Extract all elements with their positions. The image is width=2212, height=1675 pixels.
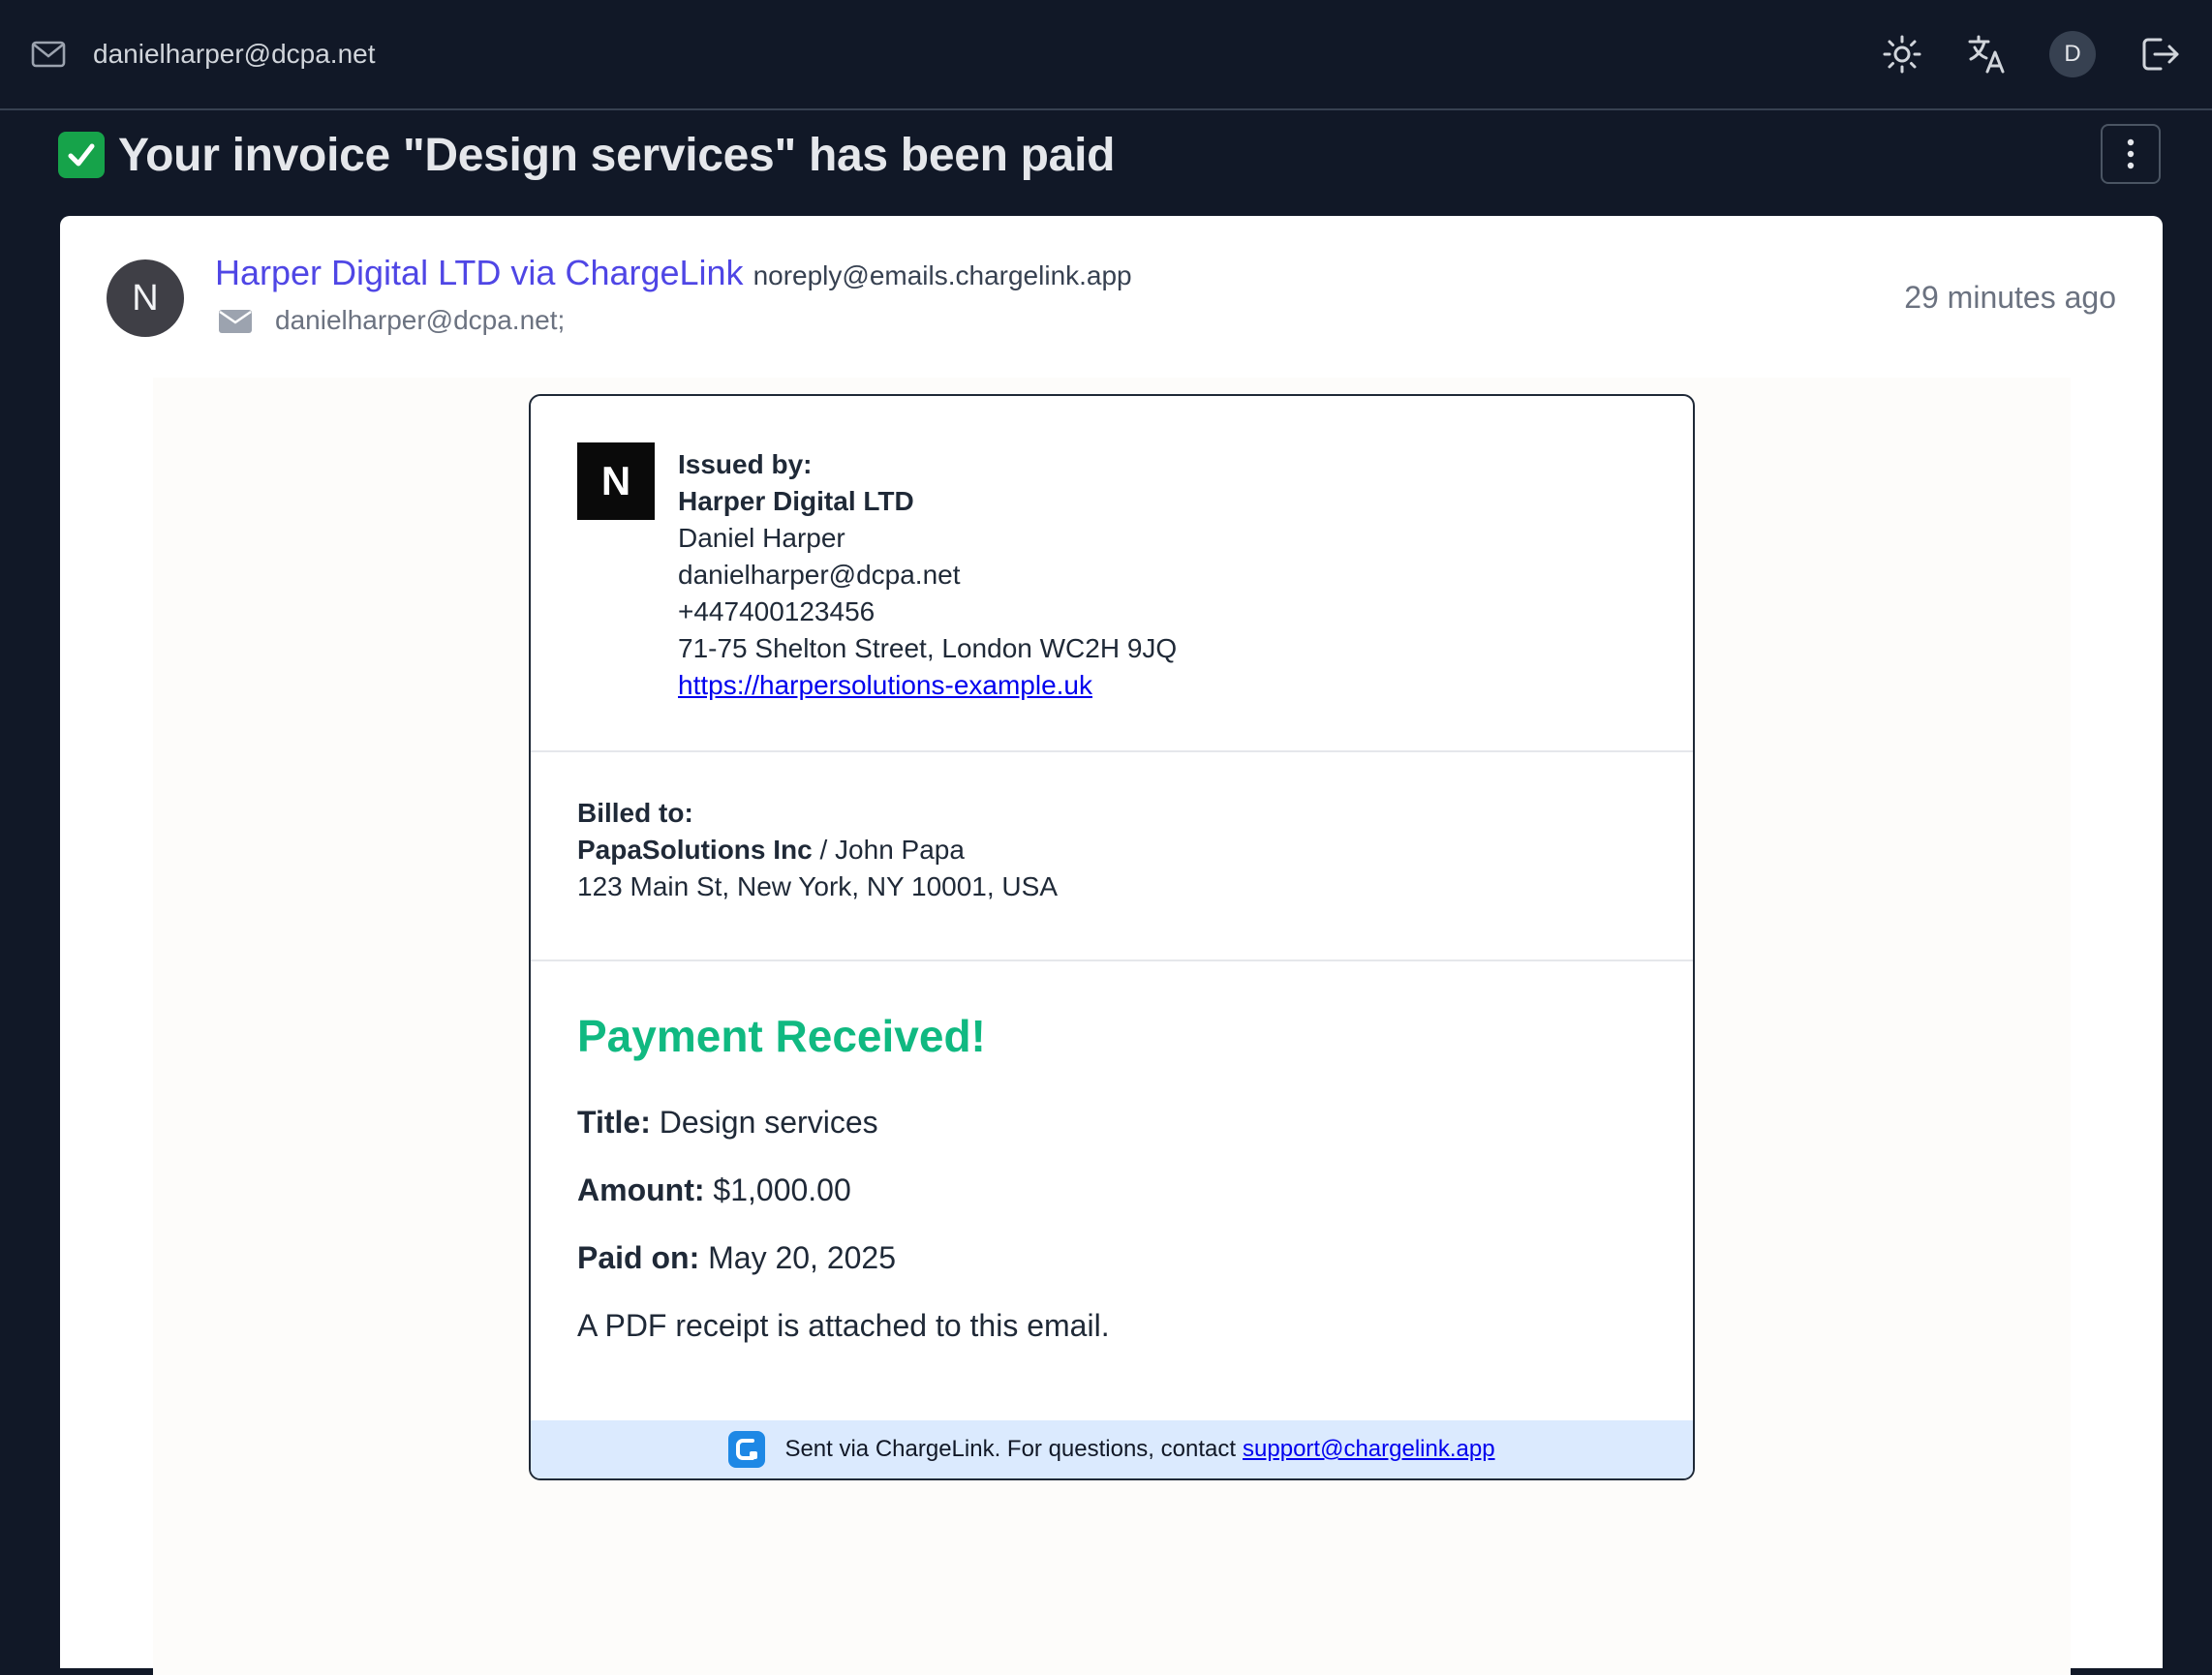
payment-section: Payment Received! Title: Design services…	[531, 961, 1693, 1423]
theme-toggle-button[interactable]	[1881, 33, 1923, 76]
message-timestamp: 29 minutes ago	[1904, 280, 2116, 315]
email-subject: Your invoice "Design services" has been …	[118, 129, 1116, 181]
footer-text: Sent via ChargeLink. For questions, cont…	[784, 1436, 1237, 1462]
sender-name[interactable]: Harper Digital LTD via ChargeLink	[215, 253, 744, 293]
attachment-note: A PDF receipt is attached to this email.	[577, 1308, 1110, 1343]
more-options-button[interactable]	[2101, 124, 2161, 184]
mail-icon	[31, 41, 66, 68]
sender-avatar: N	[107, 259, 184, 337]
chargelink-logo-icon	[728, 1431, 766, 1468]
payment-heading: Payment Received!	[577, 1011, 986, 1061]
check-mark-icon	[58, 132, 105, 178]
user-avatar[interactable]: D	[2049, 31, 2096, 77]
subject-row: Your invoice "Design services" has been …	[58, 124, 1115, 186]
top-bar: danielharper@dcpa.net D	[0, 0, 2212, 110]
billed-details: Billed to: PapaSolutions Inc / John Papa…	[577, 795, 1058, 905]
paid-on-row: Paid on: May 20, 2025	[577, 1240, 896, 1276]
billed-company: PapaSolutions Inc	[577, 835, 813, 865]
issuer-company: Harper Digital LTD	[678, 486, 914, 516]
issuer-logo: N	[577, 442, 655, 520]
sun-icon	[1883, 35, 1921, 74]
logout-icon	[2142, 38, 2179, 71]
sender-email: noreply@emails.chargelink.app	[753, 260, 1132, 290]
billed-address: 123 Main St, New York, NY 10001, USA	[577, 871, 1058, 901]
support-email-link[interactable]: support@chargelink.app	[1243, 1436, 1495, 1463]
translate-icon	[1968, 35, 2005, 74]
billed-section: Billed to: PapaSolutions Inc / John Papa…	[531, 752, 1693, 961]
issuer-address: 71-75 Shelton Street, London WC2H 9JQ	[678, 633, 1178, 663]
issuer-phone: +447400123456	[678, 596, 876, 626]
message-card: N Harper Digital LTD via ChargeLink nore…	[60, 216, 2163, 1675]
email-body: N Issued by: Harper Digital LTD Daniel H…	[153, 378, 2071, 1675]
title-value: Design services	[659, 1105, 878, 1140]
issuer-details: Issued by: Harper Digital LTD Daniel Har…	[678, 446, 1177, 704]
invoice-email: N Issued by: Harper Digital LTD Daniel H…	[529, 394, 1695, 1480]
paid-on-label: Paid on:	[577, 1240, 700, 1275]
amount-row: Amount: $1,000.00	[577, 1172, 851, 1208]
recipient-list: danielharper@dcpa.net;	[275, 305, 566, 335]
vertical-dots-icon	[2127, 138, 2135, 169]
billed-contact: John Papa	[835, 835, 965, 865]
translate-button[interactable]	[1966, 33, 2009, 76]
issuer-section: N Issued by: Harper Digital LTD Daniel H…	[531, 396, 1693, 752]
amount-label: Amount:	[577, 1172, 705, 1207]
sender-line: Harper Digital LTD via ChargeLink norepl…	[215, 253, 1132, 293]
envelope-icon	[219, 310, 252, 333]
account-email: danielharper@dcpa.net	[93, 39, 376, 69]
title-label: Title:	[577, 1105, 651, 1140]
issuer-website-link[interactable]: https://harpersolutions-example.uk	[678, 670, 1092, 700]
logout-button[interactable]	[2138, 33, 2181, 76]
issued-by-label: Issued by:	[678, 449, 813, 479]
amount-value: $1,000.00	[713, 1172, 851, 1207]
billed-to-label: Billed to:	[577, 798, 693, 828]
title-row: Title: Design services	[577, 1105, 878, 1141]
issuer-email: danielharper@dcpa.net	[678, 560, 961, 590]
email-footer: Sent via ChargeLink. For questions, cont…	[531, 1420, 1693, 1478]
paid-on-value: May 20, 2025	[708, 1240, 897, 1275]
billed-separator: /	[812, 835, 836, 865]
recipient-line: danielharper@dcpa.net;	[219, 305, 565, 336]
issuer-name: Daniel Harper	[678, 523, 845, 553]
